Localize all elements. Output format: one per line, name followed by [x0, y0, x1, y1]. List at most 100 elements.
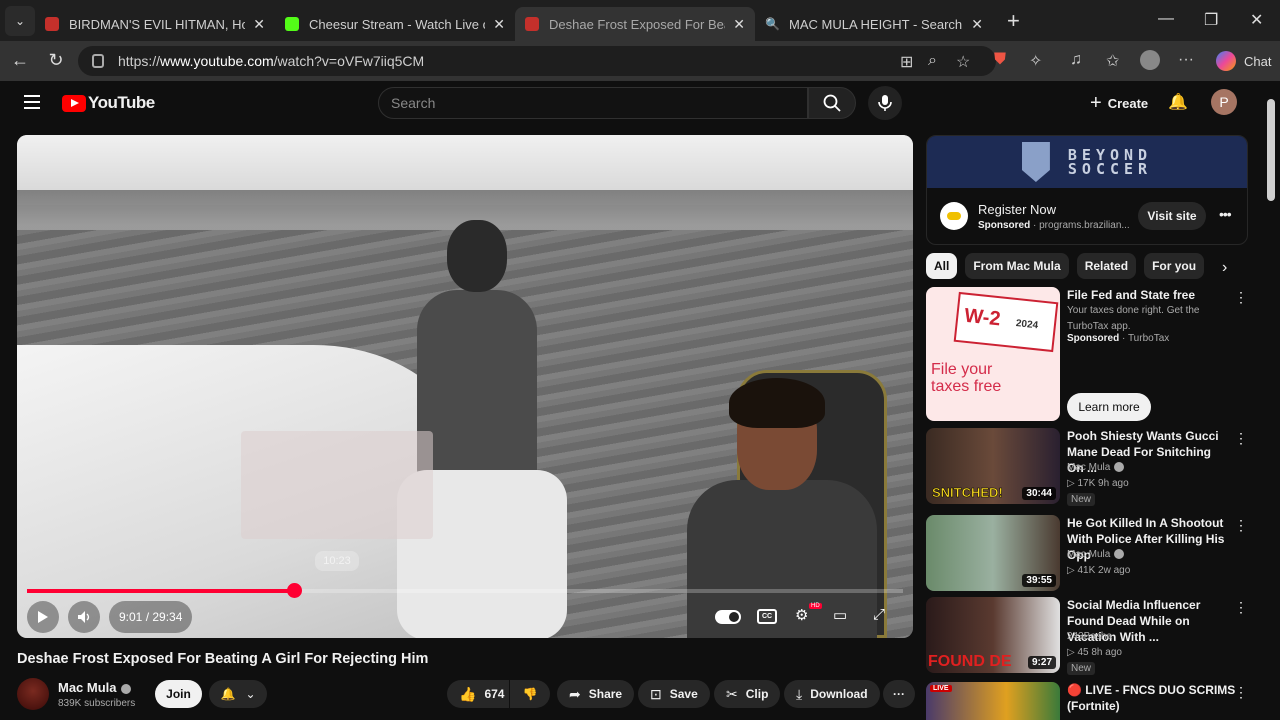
video-thumbnail[interactable]: LIVE [926, 682, 1060, 720]
channel-name: Mac Mula [1067, 462, 1111, 473]
browser-tab[interactable]: BIRDMAN'S EVIL HITMAN, How Ha ✕ [35, 7, 275, 41]
video-player[interactable]: 10:23 9:01 / 29:34 CC ⚙ HD ▭ ⤢ [17, 135, 913, 638]
copilot-chat-button[interactable]: Chat [1208, 47, 1279, 75]
autoplay-toggle[interactable] [715, 610, 741, 624]
tab-actions-menu-button[interactable]: ⌄ [5, 5, 35, 36]
voice-search-button[interactable] [868, 86, 902, 120]
video-thumbnail[interactable]: 39:55 [926, 515, 1060, 591]
channel-name-line: Mac Mula [1067, 547, 1125, 563]
close-tab-icon[interactable]: ✕ [971, 16, 983, 33]
chevron-right-icon[interactable]: › [1222, 259, 1227, 277]
plus-icon: + [1090, 91, 1102, 114]
verified-check-icon [1114, 549, 1125, 560]
sponsored-ad-card[interactable]: BEYOND SOCCER Register Now Sponsored · p… [926, 135, 1248, 245]
restore-icon[interactable]: ❐ [1204, 10, 1218, 30]
more-actions-button[interactable]: ··· [883, 680, 915, 708]
youtube-logo[interactable]: YouTube [62, 93, 155, 113]
site-info-icon[interactable] [92, 54, 104, 68]
minimize-icon[interactable]: — [1158, 10, 1174, 28]
fullscreen-icon[interactable]: ⤢ [873, 606, 885, 623]
app-available-icon[interactable]: ⊞ [900, 52, 913, 72]
ad-sponsor-line: Sponsored · programs.brazilian... [978, 220, 1130, 231]
volume-icon [78, 611, 90, 623]
share-button[interactable]: ➦ Share [557, 680, 635, 708]
more-vertical-icon[interactable]: ⋮ [1234, 684, 1248, 701]
browser-tab[interactable]: 🔍 MAC MULA HEIGHT - Search ✕ [755, 7, 993, 41]
extensions-icon[interactable]: ✧ [1029, 51, 1042, 71]
search-button[interactable] [808, 87, 856, 119]
scrollbar-thumb[interactable] [1267, 99, 1275, 201]
play-button[interactable] [27, 601, 59, 633]
close-window-icon[interactable]: ✕ [1250, 10, 1263, 30]
more-vertical-icon[interactable]: ⋮ [1234, 289, 1248, 306]
tab-title: MAC MULA HEIGHT - Search [789, 16, 963, 32]
video-thumbnail[interactable]: FOUND DE 9:27 [926, 597, 1060, 673]
zoom-icon[interactable]: ⌕ [928, 52, 937, 70]
join-button[interactable]: Join [155, 680, 202, 708]
new-tab-button[interactable]: + [1007, 8, 1020, 34]
chip-related[interactable]: Related [1076, 253, 1137, 279]
browser-tab[interactable]: Cheesur Stream - Watch Live on Ki ✕ [275, 7, 515, 41]
visit-site-button[interactable]: Visit site [1138, 202, 1206, 230]
save-button[interactable]: ⊡ Save [638, 680, 710, 708]
close-tab-icon[interactable]: ✕ [733, 16, 745, 33]
channel-name-line: Mac Mula [1067, 460, 1125, 476]
video-title: 🔴 LIVE - FNCS DUO SCRIMS (Fortnite) [1067, 683, 1236, 713]
notifications-bell-icon[interactable]: 🔔 [1168, 92, 1188, 112]
video-thumbnail[interactable]: SNITCHED! 30:44 [926, 428, 1060, 504]
subtitles-cc-icon[interactable]: CC [757, 609, 777, 624]
ad-domain: · programs.brazilian... [1033, 220, 1130, 231]
browser-essentials-icon[interactable]: ♫ [1070, 51, 1082, 69]
clip-button[interactable]: ✂ Clip [714, 680, 781, 708]
favorites-icon[interactable]: ✩ [1106, 51, 1119, 71]
list-item-video[interactable]: SNITCHED! 30:44 Pooh Shiesty Wants Gucci… [926, 428, 1256, 506]
learn-more-button[interactable]: Learn more [1067, 393, 1151, 421]
guide-menu-icon[interactable] [24, 95, 40, 113]
channel-avatar[interactable] [17, 678, 49, 710]
like-button[interactable]: 👍 674 [447, 680, 509, 708]
more-vertical-icon[interactable]: ⋮ [1234, 430, 1248, 447]
list-item-live-video[interactable]: LIVE 🔴 LIVE - FNCS DUO SCRIMS (Fortnite)… [926, 682, 1256, 720]
chip-for-you[interactable]: For you [1144, 253, 1205, 279]
refresh-icon[interactable]: ↻ [42, 50, 70, 71]
more-options-icon[interactable]: ··· [1178, 51, 1194, 69]
settings-gear-icon[interactable]: ⚙ [795, 606, 808, 624]
more-vertical-icon[interactable]: ⋮ [1234, 599, 1248, 616]
youtube-favicon-icon [45, 17, 59, 31]
dislike-button[interactable]: 👎 [510, 680, 550, 708]
favorite-star-icon[interactable]: ☆ [956, 52, 970, 72]
theater-mode-icon[interactable]: ▭ [833, 606, 847, 624]
list-item-video[interactable]: 39:55 He Got Killed In A Shootout With P… [926, 515, 1256, 591]
video-thumbnail[interactable]: W-2 2024 File your taxes free [926, 287, 1060, 421]
advertiser-name: · TurboTax [1122, 333, 1170, 344]
page-scrollbar[interactable] [1263, 81, 1280, 720]
browser-tab-active[interactable]: Deshae Frost Exposed For Beating ✕ [515, 7, 755, 41]
streamer-webcam-overlay [677, 370, 913, 638]
list-item-sponsored-video[interactable]: W-2 2024 File your taxes free File Fed a… [926, 287, 1256, 421]
hd-badge: HD [809, 603, 822, 609]
close-tab-icon[interactable]: ✕ [493, 16, 505, 33]
account-avatar[interactable]: P [1211, 89, 1237, 115]
list-item-video[interactable]: FOUND DE 9:27 Social Media Influencer Fo… [926, 597, 1256, 675]
ad-title[interactable]: Register Now [978, 202, 1056, 217]
close-tab-icon[interactable]: ✕ [253, 16, 265, 33]
ad-more-options-icon[interactable]: ••• [1219, 206, 1232, 222]
search-input[interactable]: Search [378, 87, 808, 119]
more-vertical-icon[interactable]: ⋮ [1234, 517, 1248, 534]
time-display: 9:01 / 29:34 [109, 601, 193, 633]
url-field[interactable]: https://www.youtube.com/watch?v=oVFw7iiq… [78, 46, 996, 76]
sponsored-label: Sponsored [978, 220, 1031, 231]
chip-all[interactable]: All [926, 253, 958, 279]
subscription-bell-button[interactable]: 🔔 ⌄ [209, 680, 267, 708]
share-arrow-icon: ➦ [569, 685, 581, 702]
back-arrow-icon[interactable]: ← [6, 50, 34, 71]
download-button[interactable]: ⤓ Download [784, 680, 880, 708]
tracking-prevention-icon[interactable]: ⛊ [994, 51, 1006, 69]
profile-avatar-icon[interactable] [1140, 50, 1160, 70]
chip-from-mac-mula[interactable]: From Mac Mula [965, 253, 1069, 279]
youtube-header: YouTube Search + Create 🔔 P [0, 81, 1262, 125]
create-button[interactable]: + Create [1082, 89, 1156, 117]
channel-name-link[interactable]: Mac Mula [58, 680, 131, 695]
mute-button[interactable] [68, 601, 100, 633]
progress-bar[interactable] [27, 583, 903, 598]
